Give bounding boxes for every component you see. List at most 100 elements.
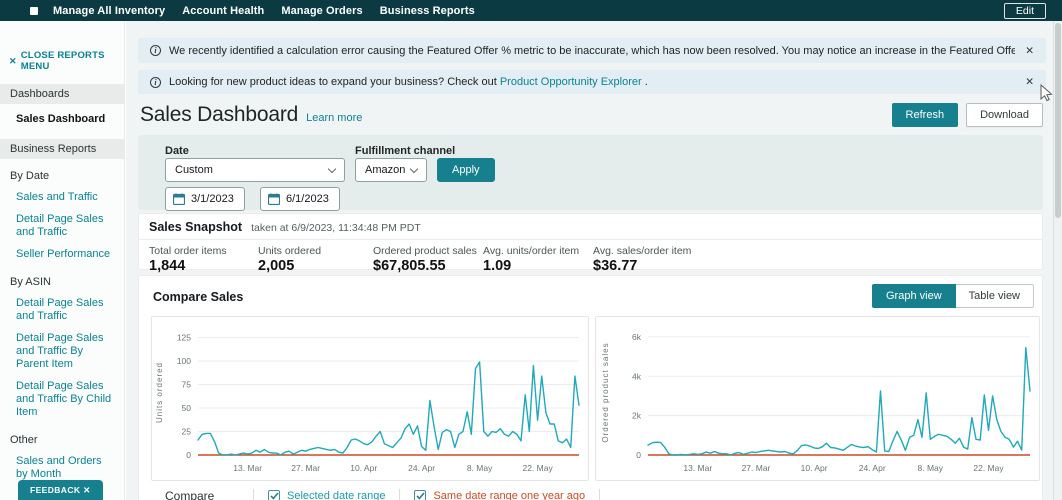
top-nav-business-reports[interactable]: Business Reports: [380, 5, 475, 17]
date-to-input[interactable]: 6/1/2023: [260, 187, 340, 211]
graph-view-button[interactable]: Graph view: [872, 284, 956, 308]
svg-text:Units ordered: Units ordered: [155, 362, 164, 423]
metric-value: 2,005: [258, 258, 295, 274]
sidebar-item-sales-dashboard[interactable]: Sales Dashboard: [0, 104, 124, 127]
info-icon: i: [150, 45, 161, 56]
metric-ordered-product-sales: Ordered product sales $67,805.55: [373, 245, 483, 274]
sidebar-link-detail-page-sales-and-traffic-by-child-item[interactable]: Detail Page Sales and Traffic By Child I…: [0, 375, 124, 423]
refresh-button[interactable]: Refresh: [891, 103, 959, 127]
metric-label: Avg. sales/order item: [593, 245, 692, 257]
banner-close-icon[interactable]: ✕: [1015, 76, 1034, 88]
date-to-value: 6/1/2023: [286, 193, 329, 205]
legend-same-date-range-one-year-ago[interactable]: Same date range one year ago: [400, 490, 599, 500]
svg-text:125: 125: [177, 333, 191, 343]
info-icon: i: [150, 76, 161, 88]
learn-more-link[interactable]: Learn more: [306, 112, 362, 124]
vertical-scrollbar[interactable]: [1053, 21, 1062, 500]
svg-text:25: 25: [182, 427, 192, 437]
sidebar-link-detail-page-sales-and-traffic[interactable]: Detail Page Sales and Traffic: [0, 208, 124, 243]
svg-text:27. Mar: 27. Mar: [742, 463, 771, 473]
notice-banner-product-opportunity: i Looking for new product ideas to expan…: [138, 70, 1046, 94]
top-nav-links: Manage All Inventory Account Health Manage…: [53, 5, 475, 17]
seller-central-screen: Manage All Inventory Account Health Manage…: [0, 0, 1062, 500]
ordered-product-sales-chart: 0 2k 4k 6k Ordered product sales 13. Mar 27. M…: [595, 316, 1040, 481]
checkbox-checked-icon[interactable]: [268, 490, 280, 500]
units-ordered-chart: 0 25 50 75 100 125 Units ordered 13. Mar 27. Mar…: [151, 316, 589, 481]
metric-avg-units-order-item: Avg. units/order item 1.09: [483, 245, 593, 274]
metric-avg-sales-order-item: Avg. sales/order item $36.77: [593, 245, 691, 274]
svg-text:24. Apr: 24. Apr: [859, 463, 886, 473]
sales-snapshot-card: Sales Snapshot taken at 6/9/2023, 11:34:…: [138, 213, 1043, 274]
sidebar-link-seller-performance[interactable]: Seller Performance: [0, 243, 124, 265]
fulfillment-channel-value: Amazon: [365, 164, 406, 176]
metric-label: Avg. units/order item: [483, 245, 580, 257]
sidebar-section-dashboards: Dashboards: [0, 84, 124, 104]
svg-text:0: 0: [636, 450, 641, 460]
svg-text:10. Apr: 10. Apr: [350, 463, 377, 473]
edit-button[interactable]: Edit: [1003, 3, 1046, 19]
sidebar-link-sales-and-traffic[interactable]: Sales and Traffic: [0, 186, 124, 208]
sidebar-group-other: Other: [10, 434, 38, 446]
sidebar-link-detail-page-sales-and-traffic-by-parent-item[interactable]: Detail Page Sales and Traffic By Parent …: [0, 327, 124, 375]
fulfillment-channel-select[interactable]: Amazon: [355, 158, 427, 182]
apply-button[interactable]: Apply: [437, 158, 495, 182]
banner-text-prefix: Looking for new product ideas to expand …: [169, 76, 500, 88]
svg-text:0: 0: [186, 450, 191, 460]
svg-text:100: 100: [177, 356, 191, 366]
date-from-value: 3/1/2023: [191, 193, 234, 205]
legend-label: Same date range one year ago: [433, 490, 586, 500]
sidebar-link-detail-page-sales-and-traffic[interactable]: Detail Page Sales and Traffic: [0, 292, 124, 327]
checkbox-checked-icon[interactable]: [414, 490, 427, 500]
download-button[interactable]: Download: [966, 103, 1043, 127]
close-reports-label: CLOSE REPORTS MENU: [20, 50, 105, 72]
svg-text:6k: 6k: [632, 332, 642, 342]
sidebar-report-groups: By Date Sales and Traffic Detail Page Sale…: [0, 170, 124, 485]
svg-text:50: 50: [182, 403, 192, 413]
metric-label: Ordered product sales: [373, 245, 477, 257]
compare-label: Compare: [165, 489, 215, 500]
compare-sales-card: Compare Sales Graph view Table view 0 25 5…: [138, 275, 1043, 500]
svg-text:Ordered product sales: Ordered product sales: [601, 342, 610, 442]
table-view-button[interactable]: Table view: [955, 284, 1034, 308]
close-reports-menu[interactable]: ✕ CLOSE REPORTS MENU: [9, 50, 124, 72]
metric-total-order-items: Total order items 1,844: [149, 245, 258, 274]
svg-text:10. Apr: 10. Apr: [801, 463, 828, 473]
chevron-down-icon: [409, 164, 419, 173]
metric-value: 1.09: [483, 258, 512, 274]
svg-text:27. Mar: 27. Mar: [291, 463, 320, 473]
legend-selected-date-range[interactable]: Selected date range: [254, 490, 399, 500]
top-nav-manage-orders[interactable]: Manage Orders: [281, 5, 362, 17]
svg-text:8. May: 8. May: [918, 463, 944, 473]
snapshot-metrics: Total order items 1,844 Units ordered 2,005…: [139, 240, 1042, 274]
top-nav-manage-all-inventory[interactable]: Manage All Inventory: [53, 5, 165, 17]
snapshot-timestamp: taken at 6/9/2023, 11:34:48 PM PDT: [251, 222, 421, 234]
svg-text:22. May: 22. May: [522, 463, 553, 473]
feedback-button[interactable]: FEEDBACK ✕: [18, 480, 103, 500]
svg-text:4k: 4k: [632, 371, 642, 381]
top-nav-account-health[interactable]: Account Health: [182, 5, 264, 17]
calendar-icon: [173, 193, 185, 205]
filter-panel: Date Custom 3/1/2023 6/1/2023 Fulfillmen…: [138, 135, 1043, 211]
top-navigation-bar: Manage All Inventory Account Health Manage…: [0, 0, 1062, 21]
compare-sales-header: Compare Sales: [153, 288, 243, 306]
sidebar-group-by-date: By Date: [10, 170, 50, 182]
metric-label: Units ordered: [258, 245, 322, 257]
svg-text:8. May: 8. May: [467, 463, 493, 473]
product-opportunity-explorer-link[interactable]: Product Opportunity Explorer: [500, 76, 642, 88]
banner-close-icon[interactable]: ✕: [1015, 45, 1034, 57]
metric-label: Total order items: [149, 245, 227, 257]
compare-sales-title: Compare Sales: [153, 290, 244, 304]
main-content: i We recently identified a calculation e…: [126, 21, 1053, 500]
metric-value: 1,844: [149, 258, 186, 274]
metric-units-ordered: Units ordered 2,005: [258, 245, 373, 274]
banner-text: Looking for new product ideas to expand …: [169, 76, 648, 88]
scrollbar-thumb[interactable]: [1055, 23, 1061, 218]
view-toggle: Graph view Table view: [872, 284, 1034, 308]
reports-sidebar: ✕ CLOSE REPORTS MENU Dashboards Sales Da…: [0, 21, 125, 500]
app-square-icon[interactable]: [30, 6, 38, 15]
page-header: Sales Dashboard Learn more Refresh Downl…: [140, 101, 1043, 129]
legend-label: Selected date range: [287, 490, 386, 500]
chevron-down-icon: [327, 164, 337, 173]
date-range-select[interactable]: Custom: [165, 158, 345, 182]
date-from-input[interactable]: 3/1/2023: [165, 187, 245, 211]
